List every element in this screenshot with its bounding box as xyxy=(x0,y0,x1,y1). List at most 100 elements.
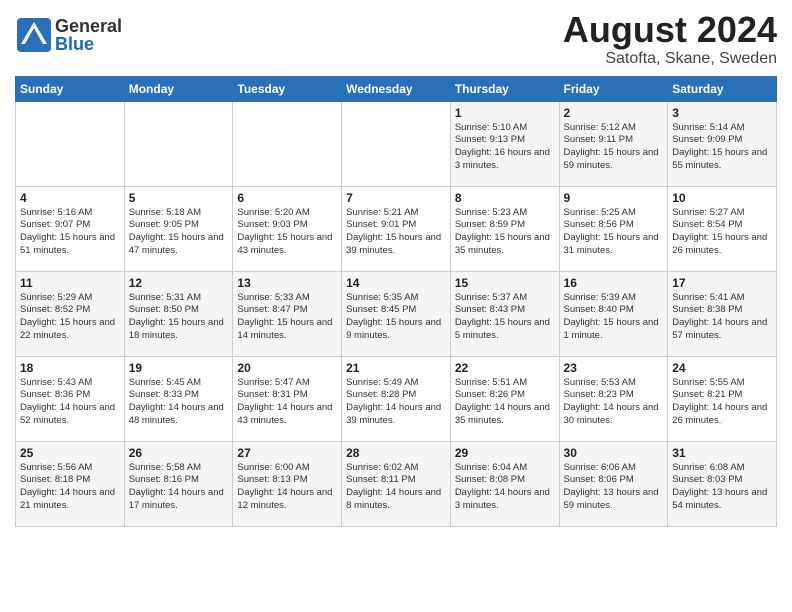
day-info: Sunrise: 5:39 AM Sunset: 8:40 PM Dayligh… xyxy=(564,292,664,343)
day-number: 30 xyxy=(564,446,664,460)
calendar-cell: 6Sunrise: 5:20 AM Sunset: 9:03 PM Daylig… xyxy=(233,186,342,271)
day-info: Sunrise: 5:58 AM Sunset: 8:16 PM Dayligh… xyxy=(129,462,229,513)
day-number: 29 xyxy=(455,446,555,460)
day-info: Sunrise: 5:27 AM Sunset: 8:54 PM Dayligh… xyxy=(672,207,772,258)
calendar-cell: 28 Sunrise: 6:02 AM Sunset: 8:11 PM Dayli… xyxy=(342,441,451,526)
day-number: 25 xyxy=(20,446,120,460)
day-number: 17 xyxy=(672,276,772,290)
day-number: 16 xyxy=(564,276,664,290)
logo-icon xyxy=(15,16,53,54)
page-title: August 2024 xyxy=(563,10,777,50)
day-info: Sunrise: 6:02 AM Sunset: 8:11 PM Dayligh… xyxy=(346,462,446,513)
week-row-1: 1Sunrise: 5:10 AM Sunset: 9:13 PM Daylig… xyxy=(16,101,777,186)
day-number: 28 xyxy=(346,446,446,460)
day-number: 6 xyxy=(237,191,337,205)
calendar-cell xyxy=(233,101,342,186)
weekday-header-sunday: Sunday xyxy=(16,76,125,101)
calendar-cell xyxy=(16,101,125,186)
weekday-header-monday: Monday xyxy=(124,76,233,101)
day-number: 4 xyxy=(20,191,120,205)
calendar-cell: 22Sunrise: 5:51 AM Sunset: 8:26 PM Dayli… xyxy=(450,356,559,441)
calendar-cell: 30 Sunrise: 6:06 AM Sunset: 8:06 PM Dayli… xyxy=(559,441,668,526)
calendar-cell: 31Sunrise: 6:08 AM Sunset: 8:03 PM Dayli… xyxy=(668,441,777,526)
calendar-cell: 20Sunrise: 5:47 AM Sunset: 8:31 PM Dayli… xyxy=(233,356,342,441)
day-info: Sunrise: 6:04 AM Sunset: 8:08 PM Dayligh… xyxy=(455,462,555,513)
page-header: General Blue August 2024 Satofta, Skane,… xyxy=(15,10,777,68)
calendar-cell: 18 Sunrise: 5:43 AM Sunset: 8:36 PM Dayli… xyxy=(16,356,125,441)
weekday-header-wednesday: Wednesday xyxy=(342,76,451,101)
day-number: 11 xyxy=(20,276,120,290)
logo-general: General xyxy=(55,17,122,35)
calendar-cell: 14Sunrise: 5:35 AM Sunset: 8:45 PM Dayli… xyxy=(342,271,451,356)
day-info: Sunrise: 5:25 AM Sunset: 8:56 PM Dayligh… xyxy=(564,207,664,258)
calendar-cell: 2Sunrise: 5:12 AM Sunset: 9:11 PM Daylig… xyxy=(559,101,668,186)
calendar-cell: 5 Sunrise: 5:18 AM Sunset: 9:05 PM Daylig… xyxy=(124,186,233,271)
day-number: 7 xyxy=(346,191,446,205)
day-info: Sunrise: 5:33 AM Sunset: 8:47 PM Dayligh… xyxy=(237,292,337,343)
day-info: Sunrise: 5:41 AM Sunset: 8:38 PM Dayligh… xyxy=(672,292,772,343)
weekday-header-saturday: Saturday xyxy=(668,76,777,101)
day-info: Sunrise: 5:35 AM Sunset: 8:45 PM Dayligh… xyxy=(346,292,446,343)
day-info: Sunrise: 5:37 AM Sunset: 8:43 PM Dayligh… xyxy=(455,292,555,343)
day-info: Sunrise: 5:29 AM Sunset: 8:52 PM Dayligh… xyxy=(20,292,120,343)
day-number: 21 xyxy=(346,361,446,375)
calendar-table: SundayMondayTuesdayWednesdayThursdayFrid… xyxy=(15,76,777,527)
calendar-cell xyxy=(342,101,451,186)
day-info: Sunrise: 5:23 AM Sunset: 8:59 PM Dayligh… xyxy=(455,207,555,258)
day-info: Sunrise: 5:21 AM Sunset: 9:01 PM Dayligh… xyxy=(346,207,446,258)
weekday-header-row: SundayMondayTuesdayWednesdayThursdayFrid… xyxy=(16,76,777,101)
day-info: Sunrise: 5:18 AM Sunset: 9:05 PM Dayligh… xyxy=(129,207,229,258)
calendar-cell: 4 Sunrise: 5:16 AM Sunset: 9:07 PM Daylig… xyxy=(16,186,125,271)
day-number: 15 xyxy=(455,276,555,290)
day-number: 18 xyxy=(20,361,120,375)
week-row-5: 25 Sunrise: 5:56 AM Sunset: 8:18 PM Dayli… xyxy=(16,441,777,526)
calendar-cell: 24Sunrise: 5:55 AM Sunset: 8:21 PM Dayli… xyxy=(668,356,777,441)
calendar-cell: 13 Sunrise: 5:33 AM Sunset: 8:47 PM Dayli… xyxy=(233,271,342,356)
calendar-cell: 19Sunrise: 5:45 AM Sunset: 8:33 PM Dayli… xyxy=(124,356,233,441)
week-row-4: 18 Sunrise: 5:43 AM Sunset: 8:36 PM Dayli… xyxy=(16,356,777,441)
day-info: Sunrise: 5:12 AM Sunset: 9:11 PM Dayligh… xyxy=(564,122,664,173)
day-info: Sunrise: 5:14 AM Sunset: 9:09 PM Dayligh… xyxy=(672,122,772,173)
day-number: 5 xyxy=(129,191,229,205)
day-info: Sunrise: 6:06 AM Sunset: 8:06 PM Dayligh… xyxy=(564,462,664,513)
day-info: Sunrise: 5:56 AM Sunset: 8:18 PM Dayligh… xyxy=(20,462,120,513)
day-info: Sunrise: 5:45 AM Sunset: 8:33 PM Dayligh… xyxy=(129,377,229,428)
calendar-cell: 23 Sunrise: 5:53 AM Sunset: 8:23 PM Dayli… xyxy=(559,356,668,441)
day-info: Sunrise: 6:08 AM Sunset: 8:03 PM Dayligh… xyxy=(672,462,772,513)
day-info: Sunrise: 5:51 AM Sunset: 8:26 PM Dayligh… xyxy=(455,377,555,428)
calendar-cell: 12Sunrise: 5:31 AM Sunset: 8:50 PM Dayli… xyxy=(124,271,233,356)
calendar-cell: 9Sunrise: 5:25 AM Sunset: 8:56 PM Daylig… xyxy=(559,186,668,271)
calendar-cell: 1Sunrise: 5:10 AM Sunset: 9:13 PM Daylig… xyxy=(450,101,559,186)
calendar-cell: 8Sunrise: 5:23 AM Sunset: 8:59 PM Daylig… xyxy=(450,186,559,271)
day-number: 12 xyxy=(129,276,229,290)
day-number: 13 xyxy=(237,276,337,290)
logo: General Blue xyxy=(15,16,122,54)
page-subtitle: Satofta, Skane, Sweden xyxy=(563,50,777,68)
day-number: 1 xyxy=(455,106,555,120)
calendar-cell: 7 Sunrise: 5:21 AM Sunset: 9:01 PM Daylig… xyxy=(342,186,451,271)
calendar-cell xyxy=(124,101,233,186)
calendar-cell: 16 Sunrise: 5:39 AM Sunset: 8:40 PM Dayli… xyxy=(559,271,668,356)
day-number: 26 xyxy=(129,446,229,460)
calendar-cell: 17 Sunrise: 5:41 AM Sunset: 8:38 PM Dayli… xyxy=(668,271,777,356)
weekday-header-tuesday: Tuesday xyxy=(233,76,342,101)
day-info: Sunrise: 5:16 AM Sunset: 9:07 PM Dayligh… xyxy=(20,207,120,258)
week-row-3: 11 Sunrise: 5:29 AM Sunset: 8:52 PM Dayli… xyxy=(16,271,777,356)
logo-text: General Blue xyxy=(55,17,122,53)
day-info: Sunrise: 6:00 AM Sunset: 8:13 PM Dayligh… xyxy=(237,462,337,513)
logo-blue: Blue xyxy=(55,35,122,53)
day-info: Sunrise: 5:53 AM Sunset: 8:23 PM Dayligh… xyxy=(564,377,664,428)
calendar-cell: 21Sunrise: 5:49 AM Sunset: 8:28 PM Dayli… xyxy=(342,356,451,441)
day-number: 27 xyxy=(237,446,337,460)
day-number: 23 xyxy=(564,361,664,375)
day-number: 3 xyxy=(672,106,772,120)
title-block: August 2024 Satofta, Skane, Sweden xyxy=(563,10,777,68)
day-info: Sunrise: 5:43 AM Sunset: 8:36 PM Dayligh… xyxy=(20,377,120,428)
day-number: 10 xyxy=(672,191,772,205)
calendar-cell: 15 Sunrise: 5:37 AM Sunset: 8:43 PM Dayli… xyxy=(450,271,559,356)
day-number: 24 xyxy=(672,361,772,375)
weekday-header-thursday: Thursday xyxy=(450,76,559,101)
calendar-cell: 26 Sunrise: 5:58 AM Sunset: 8:16 PM Dayli… xyxy=(124,441,233,526)
calendar-cell: 11 Sunrise: 5:29 AM Sunset: 8:52 PM Dayli… xyxy=(16,271,125,356)
week-row-2: 4 Sunrise: 5:16 AM Sunset: 9:07 PM Daylig… xyxy=(16,186,777,271)
